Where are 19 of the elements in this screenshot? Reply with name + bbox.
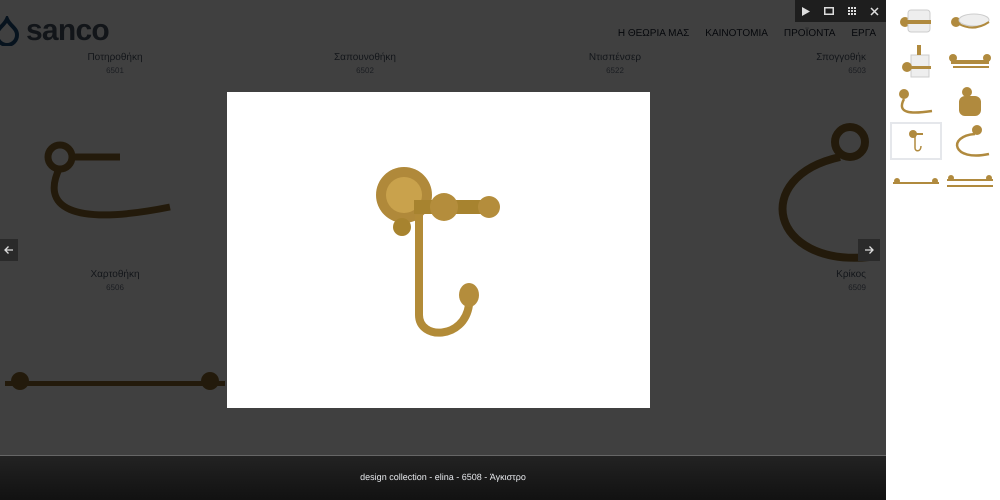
towel-bar-icon — [892, 178, 939, 184]
dispenser-icon — [900, 44, 931, 78]
right-arrow-icon — [864, 245, 874, 255]
double-towel-bar-icon — [947, 174, 994, 188]
play-icon[interactable] — [802, 6, 810, 16]
paper-holder-icon — [898, 88, 934, 114]
covered-paper-holder-icon — [958, 86, 982, 116]
hook-icon — [908, 129, 924, 153]
close-icon[interactable] — [870, 6, 879, 16]
shelf-icon — [949, 53, 992, 69]
left-arrow-icon — [4, 245, 14, 255]
glass-icon — [899, 8, 932, 34]
image-caption: design collection - elina - 6508 - Άγκιστρο — [360, 471, 526, 484]
previous-arrow-button[interactable] — [0, 239, 18, 261]
thumbnail[interactable] — [890, 122, 942, 160]
next-arrow-button[interactable] — [858, 239, 880, 261]
fullscreen-icon[interactable] — [824, 7, 834, 15]
soap-dish-icon — [950, 12, 990, 30]
grid-icon[interactable] — [848, 7, 856, 15]
